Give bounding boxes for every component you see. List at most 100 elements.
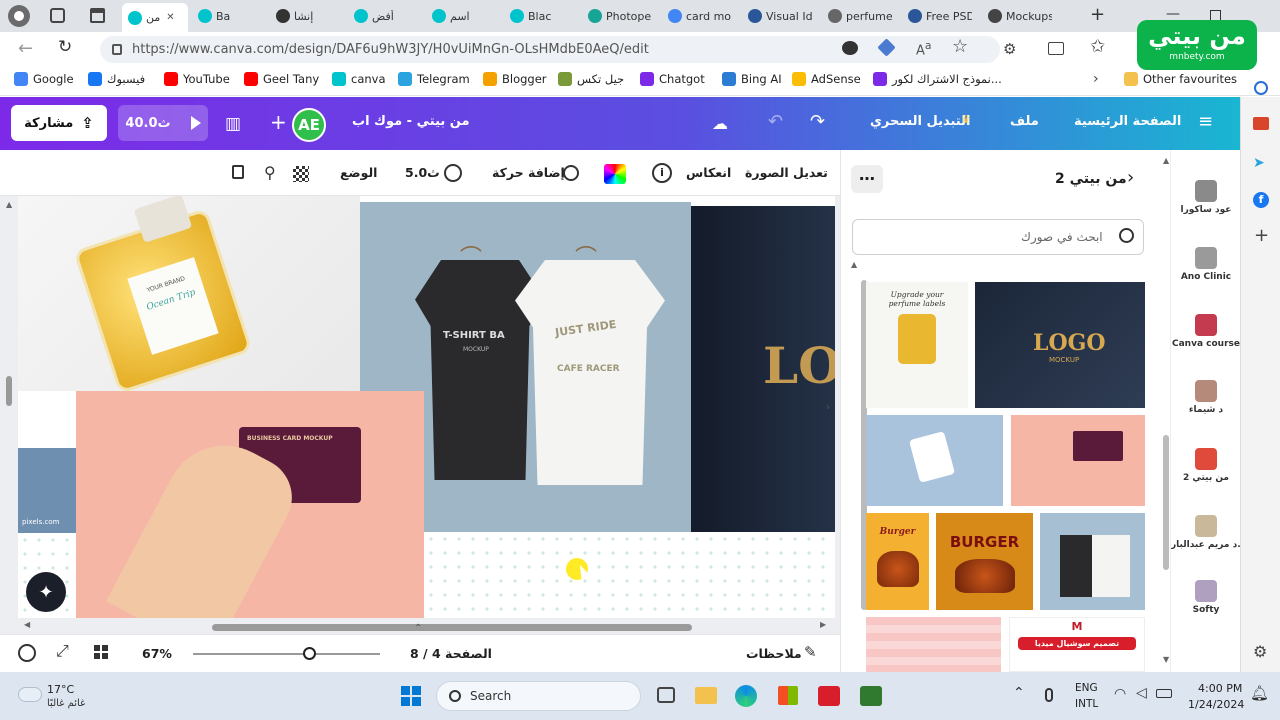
sidebar-settings-icon[interactable]: ⚙ — [1253, 642, 1267, 661]
page-indicator[interactable]: الصفحة 4 / 8 — [410, 646, 492, 661]
business-card-mockup-image[interactable]: BUSINESS CARD MOCKUP — [76, 391, 424, 618]
browser-tab[interactable]: card mo — [662, 4, 738, 28]
facebook-icon[interactable]: f — [1253, 192, 1269, 208]
thumb-tshirts[interactable] — [1040, 513, 1145, 610]
folder-item[interactable]: Canva course — [1171, 314, 1241, 349]
notifications-bell-icon[interactable]: 🔔︎ — [1250, 684, 1269, 702]
bookmark-item[interactable]: AdSense — [792, 72, 861, 86]
file-menu[interactable]: ملف — [1010, 114, 1039, 129]
vertical-scrollbar-thumb[interactable] — [6, 376, 12, 406]
weather-cloud-icon[interactable] — [18, 687, 42, 702]
bookmark-item[interactable]: فيسبوك — [88, 72, 145, 86]
scroll-up-arrow[interactable]: ▲ — [6, 200, 12, 209]
zoom-percentage[interactable]: 67% — [142, 646, 172, 661]
design-title[interactable]: من بيتي - موك اب — [352, 114, 470, 129]
image-search-input[interactable]: ابحث في صورك — [852, 219, 1144, 255]
zoom-slider-handle[interactable] — [302, 647, 316, 660]
back-icon[interactable]: ← — [18, 38, 33, 59]
wifi-icon[interactable]: ◠ — [1114, 686, 1126, 702]
user-avatar[interactable]: AE — [292, 108, 326, 142]
edge-search-icon[interactable] — [1254, 81, 1268, 95]
thumb-burger-2[interactable]: BURGER — [936, 513, 1033, 610]
clock-date[interactable]: 1/24/2024 — [1188, 698, 1244, 711]
panel-back-chevron-icon[interactable]: › — [1127, 167, 1134, 188]
language-layout[interactable]: INTL — [1075, 698, 1098, 710]
favorites-icon[interactable]: ✩ — [1090, 36, 1105, 57]
present-button[interactable]: 40.0ث — [118, 105, 208, 141]
browser-tab[interactable]: Mockups — [982, 4, 1058, 28]
panel-scroll-down-arrow[interactable]: ▼ — [1163, 655, 1169, 664]
more-bookmarks-chevron-icon[interactable]: › — [1093, 71, 1099, 87]
more-options-button[interactable]: … — [851, 165, 883, 193]
language-code[interactable]: ENG — [1075, 682, 1098, 694]
folder-item[interactable]: د مريم عبدالبار... — [1171, 515, 1241, 550]
folder-item[interactable]: Ano Clinic — [1171, 247, 1241, 282]
lock-icon[interactable] — [232, 165, 244, 179]
panel-right-scrollbar-thumb[interactable] — [1163, 435, 1169, 570]
send-icon[interactable]: ➤ — [1253, 155, 1265, 171]
microphone-icon[interactable] — [1045, 688, 1053, 702]
folder-item[interactable]: من بيتي 2 — [1171, 448, 1241, 483]
magic-assistant-button[interactable]: ✦ — [26, 572, 66, 612]
bookmark-item[interactable]: جيل تكس — [558, 72, 624, 86]
home-menu[interactable]: الصفحة الرئيسية — [1074, 114, 1181, 129]
edge-browser-icon[interactable] — [735, 685, 757, 707]
folder-item[interactable]: د شيماء — [1171, 380, 1241, 415]
cloud-saved-icon[interactable]: ☁ — [712, 114, 728, 133]
bookmark-item[interactable]: نموذج الاشتراك لكور... — [873, 72, 1002, 86]
volume-icon[interactable]: ◁ — [1136, 685, 1147, 701]
tracking-prevention-icon[interactable] — [842, 41, 858, 55]
horizontal-scrollbar-thumb[interactable] — [212, 624, 692, 631]
thumb-business-card[interactable] — [1011, 415, 1145, 506]
workspaces-icon[interactable] — [50, 8, 65, 23]
browser-tab[interactable]: perfume — [822, 4, 898, 28]
browser-tab[interactable]: Free PSD — [902, 4, 978, 28]
paint-roller-icon[interactable]: ⚲ — [264, 163, 276, 182]
browser-tab[interactable]: إنشا — [270, 4, 344, 28]
bookmark-item[interactable]: Bing AI — [722, 72, 782, 86]
refresh-icon[interactable]: ↻ — [58, 37, 72, 57]
hamburger-menu-icon[interactable]: ≡ — [1198, 111, 1213, 132]
add-collaborator-button[interactable]: + — [270, 110, 287, 134]
tab-actions-icon[interactable] — [90, 8, 105, 23]
animate-button[interactable]: إضافة حركة — [492, 165, 565, 180]
thumb-perfume[interactable]: Upgrade your perfume labels — [866, 282, 968, 408]
fullscreen-icon[interactable]: ⤢ — [56, 641, 69, 661]
weather-description[interactable]: غائم غالبًا — [47, 698, 85, 709]
browser-tab[interactable]: أفض — [348, 4, 422, 28]
bookmark-item[interactable]: Chatgot — [640, 72, 705, 86]
camtasia-icon[interactable] — [860, 686, 882, 706]
show-hidden-icons[interactable]: ⌃ — [1013, 685, 1025, 701]
undo-icon[interactable]: ↶ — [768, 111, 783, 132]
bookmark-item[interactable]: YouTube — [164, 72, 230, 86]
browser-tab[interactable]: من ✕ — [122, 3, 188, 32]
edit-image-button[interactable]: تعديل الصورة — [745, 165, 828, 180]
color-picker-icon[interactable] — [604, 164, 626, 184]
browser-tab[interactable]: اسم — [426, 4, 500, 28]
flip-button[interactable]: انعكاس — [686, 165, 731, 180]
scroll-right-arrow[interactable]: ▶ — [820, 620, 826, 629]
thumb-mug[interactable] — [866, 415, 1003, 506]
bookmark-item[interactable]: Telegram — [398, 72, 470, 86]
position-button[interactable]: الوضع — [340, 165, 377, 180]
favorite-star-icon[interactable]: ☆ — [952, 36, 968, 57]
thumb-social-design[interactable]: M تصميم سوشيال ميديا — [1009, 617, 1145, 672]
weather-temperature[interactable]: 17°C — [47, 683, 74, 696]
redo-icon[interactable]: ↷ — [810, 111, 825, 132]
collapse-panel-arrow[interactable]: › — [826, 402, 830, 413]
browser-tab[interactable]: Ba — [192, 4, 266, 28]
microsoft-store-icon[interactable] — [778, 686, 798, 705]
other-favourites[interactable]: Other favourites — [1124, 72, 1237, 86]
zoom-slider[interactable] — [193, 653, 380, 655]
bookmark-item[interactable]: Geel Tany — [244, 72, 319, 86]
folder-item[interactable]: Softy — [1171, 580, 1241, 615]
browser-tab[interactable]: Visual Id — [742, 4, 818, 28]
browser-tab[interactable]: Photope — [582, 4, 658, 28]
extensions-icon[interactable]: ⚙ — [1003, 40, 1016, 58]
design-page[interactable]: YOUR BRAND Ocean Trip T-SHIRT BA MOCKUP … — [18, 196, 835, 618]
url-field[interactable]: https://www.canva.com/design/DAF6u9hW3JY… — [100, 36, 1000, 63]
profile-avatar[interactable] — [8, 5, 30, 27]
task-view-icon[interactable] — [657, 687, 675, 703]
battery-icon[interactable] — [1156, 689, 1172, 698]
add-sidebar-app-icon[interactable]: + — [1254, 225, 1269, 246]
